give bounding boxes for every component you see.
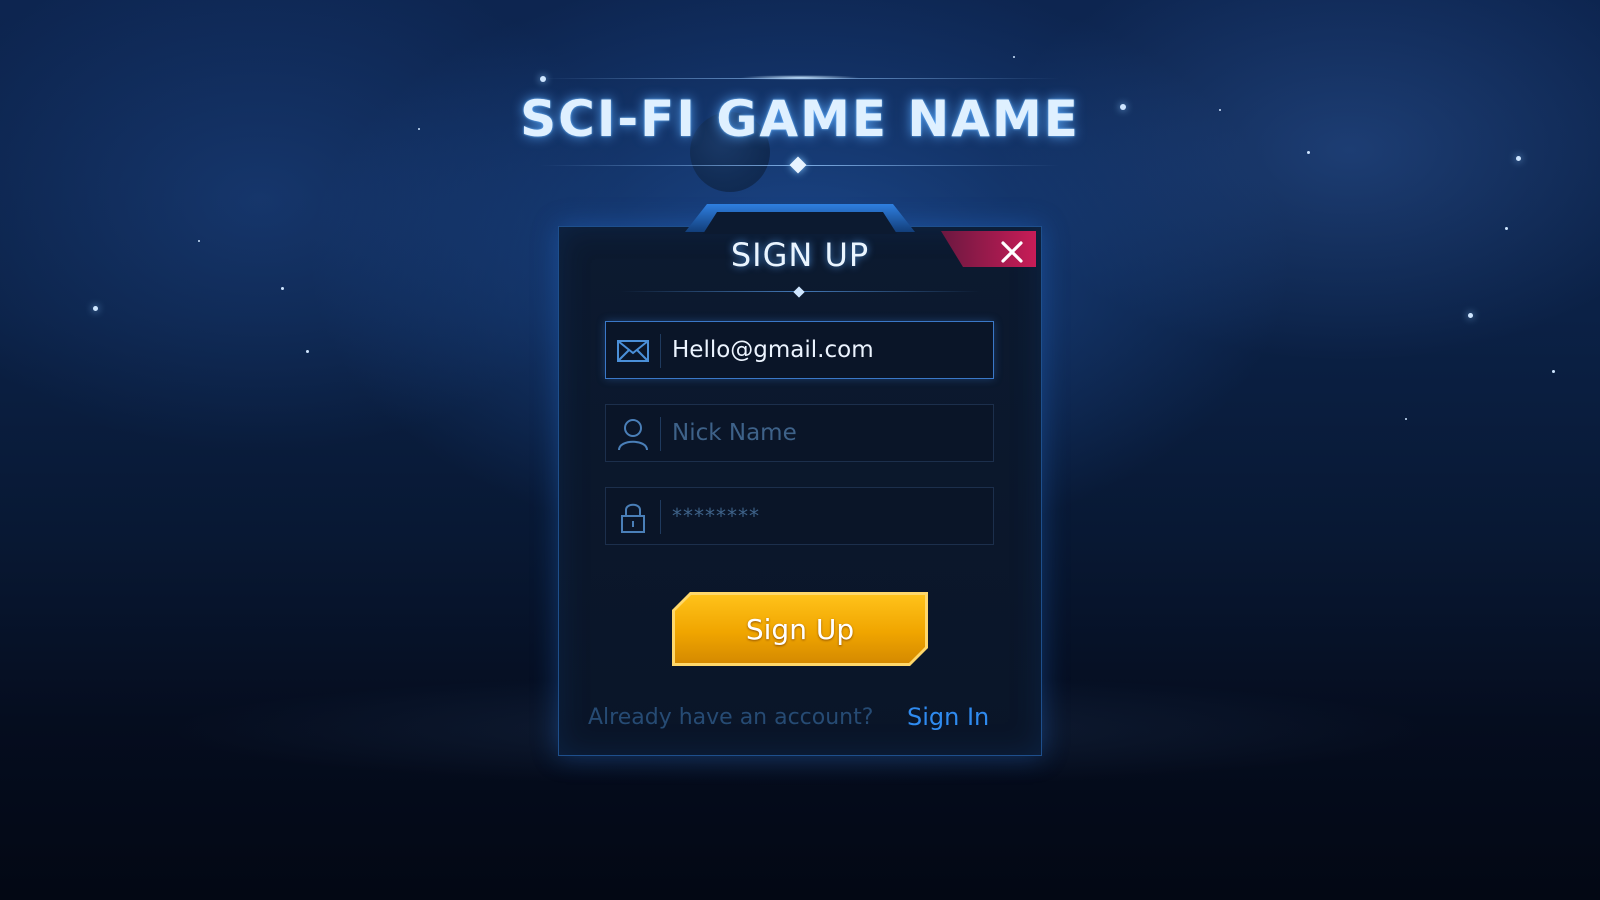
already-account-text: Already have an account?	[588, 705, 874, 730]
star	[1219, 109, 1221, 111]
star	[306, 350, 309, 353]
game-title: SCI-FI GAME NAME	[520, 90, 1080, 148]
star	[281, 287, 284, 290]
star	[418, 128, 420, 130]
lock-icon	[621, 503, 645, 533]
nickname-input[interactable]	[672, 413, 982, 453]
dialog-header-tab-inner	[703, 212, 897, 234]
diamond-icon	[789, 156, 807, 174]
email-input[interactable]	[672, 330, 982, 370]
star	[1307, 151, 1310, 154]
star	[1405, 418, 1407, 420]
star	[1516, 156, 1521, 161]
game-title-block: SCI-FI GAME NAME	[500, 60, 1100, 190]
star	[93, 306, 98, 311]
close-icon[interactable]	[1000, 240, 1024, 264]
field-separator	[660, 417, 661, 451]
user-icon	[618, 419, 648, 451]
password-field[interactable]	[605, 487, 994, 545]
title-top-glow	[740, 75, 860, 80]
star	[1468, 313, 1473, 318]
signup-button[interactable]: Sign Up	[675, 595, 925, 663]
email-field[interactable]	[605, 321, 994, 379]
field-separator	[660, 500, 661, 534]
mail-icon	[617, 340, 649, 362]
field-separator	[660, 334, 661, 368]
star	[1013, 56, 1015, 58]
signin-link[interactable]: Sign In	[907, 703, 989, 731]
password-input[interactable]	[672, 496, 982, 536]
nickname-field[interactable]	[605, 404, 994, 462]
star	[1120, 104, 1126, 110]
star	[1505, 227, 1508, 230]
star	[1552, 370, 1555, 373]
star	[198, 240, 200, 242]
